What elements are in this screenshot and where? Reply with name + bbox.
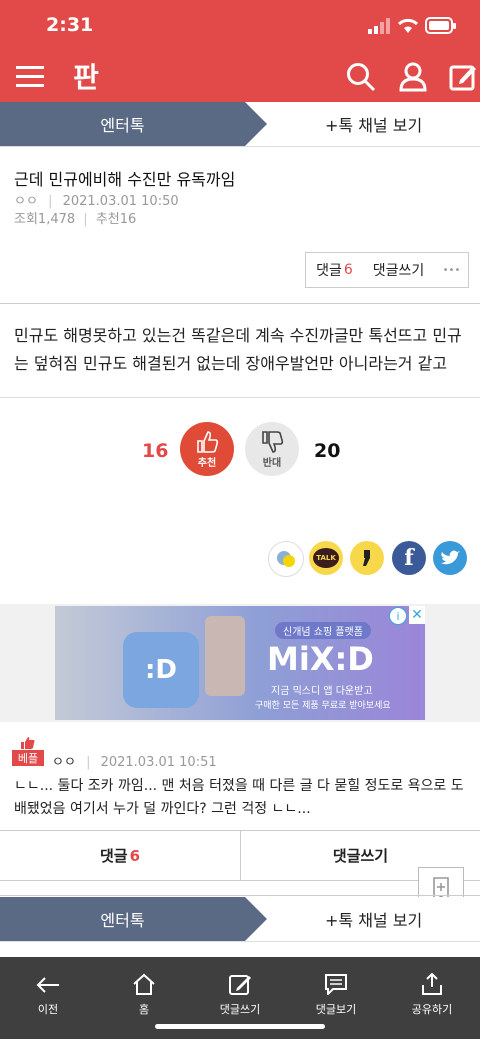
ad-tag: 신개념 쇼핑 플랫폼: [275, 622, 371, 639]
write-icon[interactable]: [446, 60, 480, 94]
channel-name-bottom[interactable]: 엔터톡: [0, 897, 245, 941]
home-icon: [133, 973, 155, 995]
tab-share[interactable]: 공유하기: [384, 957, 480, 1017]
divider: [0, 303, 480, 304]
best-comment-date: 2021.03.01 10:51: [100, 755, 217, 770]
post-author: ㅇㅇ: [14, 194, 38, 209]
ad-app-icon: :D: [123, 632, 199, 708]
signal-icon: [368, 18, 390, 34]
more-options-button[interactable]: •••: [435, 252, 469, 288]
facebook-share-icon[interactable]: f: [392, 541, 426, 575]
back-arrow-icon: [36, 977, 59, 993]
home-indicator: [155, 1024, 325, 1029]
ad-info-icon[interactable]: i: [389, 607, 407, 625]
tab-write-comment-label: 댓글쓰기: [219, 1003, 261, 1016]
thumbs-up-icon: [197, 430, 219, 453]
channel-bar: 엔터톡 +톡 채널 보기: [0, 102, 480, 147]
tab-view-comments[interactable]: 댓글보기: [288, 957, 384, 1017]
status-bar: 2:31: [0, 0, 480, 50]
post-recommends: 추천16: [95, 212, 137, 227]
kakaostory-share-icon[interactable]: [268, 541, 304, 577]
ad-close-icon[interactable]: ✕: [409, 606, 425, 624]
tab-home-label: 홈: [138, 1003, 150, 1016]
comment-icon: [325, 974, 347, 995]
tab-home[interactable]: 홈: [96, 957, 192, 1017]
tab-write-comment[interactable]: 댓글쓰기: [192, 957, 288, 1017]
kakao-comma-share-icon[interactable]: [350, 541, 384, 575]
kakaotalk-share-icon[interactable]: TALK: [309, 541, 343, 575]
bottom-tab-bar: 이전 홈 댓글쓰기 댓글보기 공유하기: [0, 957, 480, 1039]
oppose-button[interactable]: 반대: [245, 422, 299, 476]
menu-icon[interactable]: [14, 62, 46, 90]
channel-more-link[interactable]: +톡 채널 보기: [325, 102, 422, 146]
channel-bar-bottom: 엔터톡 +톡 채널 보기: [0, 897, 480, 942]
comment-count: 6: [343, 262, 353, 278]
channel-name[interactable]: 엔터톡: [0, 102, 245, 146]
best-comment-meta: ㅇㅇ | 2021.03.01 10:51: [52, 755, 217, 770]
tab-share-label: 공유하기: [411, 1003, 453, 1016]
battery-icon: [425, 17, 456, 34]
tab-back-label: 이전: [37, 1003, 59, 1016]
oppose-count: 20: [314, 440, 341, 462]
comments-label: 댓글: [99, 847, 128, 865]
best-comment-text: ㄴㄴ... 둘다 조카 까임... 맨 처음 터졌을 때 다른 글 다 묻힐 정…: [14, 778, 464, 817]
twitter-share-icon[interactable]: [433, 541, 467, 575]
app-header: 판: [0, 50, 480, 102]
ad-banner[interactable]: :D 신개념 쇼핑 플랫폼 MiX:D 지금 믹스디 앱 다운받고 구매한 모든…: [55, 606, 425, 720]
recommend-label: 추천: [197, 457, 217, 469]
ad-brand: MiX:D: [267, 640, 374, 678]
channel-arrow-bottom: [245, 897, 267, 941]
best-thumb-icon: [21, 737, 35, 749]
pencil-icon: [229, 975, 251, 995]
pann-logo[interactable]: 판: [68, 58, 104, 94]
comment-count-button[interactable]: 댓글 6: [305, 252, 364, 288]
post-views: 조회1,478: [14, 212, 76, 227]
channel-more-link-bottom[interactable]: +톡 채널 보기: [325, 897, 422, 941]
user-icon[interactable]: [396, 60, 430, 94]
wifi-icon: [397, 18, 419, 33]
oppose-label: 반대: [262, 457, 282, 469]
tab-view-comments-label: 댓글보기: [315, 1003, 357, 1016]
post-title: 근데 민규에비해 수진만 유독까임: [14, 170, 236, 189]
write-comment-button[interactable]: 댓글쓰기: [362, 252, 436, 288]
divider: [0, 397, 480, 398]
best-comment-author: ㅇㅇ: [52, 755, 76, 770]
status-time: 2:31: [46, 14, 94, 36]
best-comment-badge: 베플: [12, 736, 44, 766]
comments-count: 6: [129, 846, 141, 865]
share-icon: [422, 973, 442, 995]
ad-line2: 구매한 모든 제품 무료로 받아보세요: [255, 701, 391, 711]
view-comments-button[interactable]: 댓글 6: [0, 831, 241, 880]
post-date: 2021.03.01 10:50: [62, 194, 179, 209]
divider: [0, 895, 480, 896]
thumbs-down-icon: [262, 430, 284, 453]
ad-model-image: [205, 616, 245, 696]
talk-bubble: TALK: [313, 548, 339, 568]
search-icon[interactable]: [344, 60, 378, 94]
recommend-count: 16: [142, 440, 169, 462]
post-meta: ㅇㅇ | 2021.03.01 10:50: [14, 194, 179, 209]
ad-line1: 지금 믹스디 앱 다운받고: [271, 686, 373, 697]
post-stats: 조회1,478 | 추천16: [14, 212, 137, 227]
channel-arrow: [245, 102, 267, 146]
best-label: 베플: [12, 750, 44, 766]
tab-back[interactable]: 이전: [0, 957, 96, 1017]
comment-bar: 댓글 6 댓글쓰기: [0, 830, 480, 881]
post-body: 민규도 해명못하고 있는건 똑같은데 계속 수진까글만 톡선뜨고 민규는 덮혀짐…: [14, 326, 462, 373]
comment-label: 댓글: [316, 263, 342, 279]
recommend-button[interactable]: 추천: [180, 422, 234, 476]
